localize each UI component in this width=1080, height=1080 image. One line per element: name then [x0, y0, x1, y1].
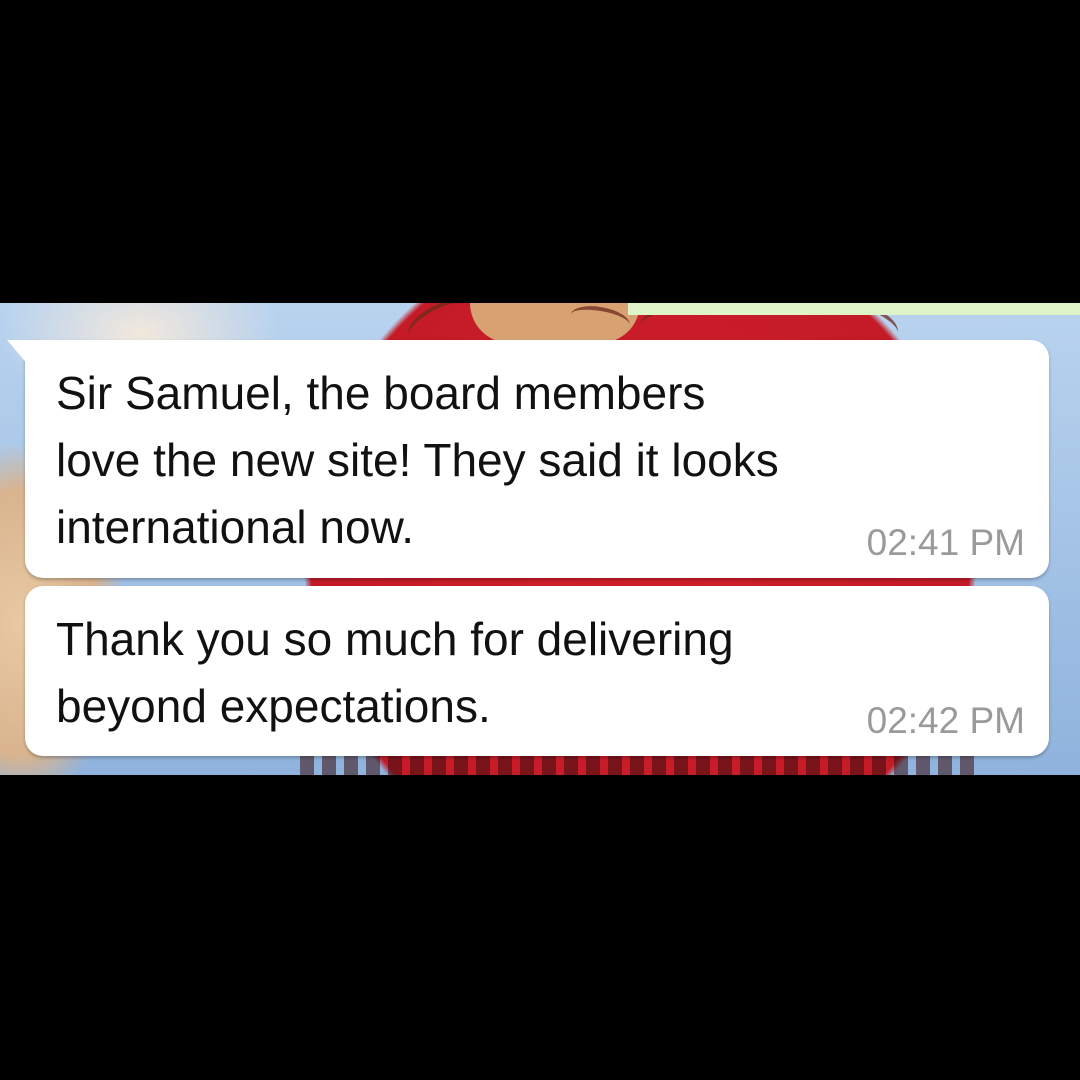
message-text: Thank you so much for delivering beyond …	[56, 613, 734, 732]
screenshot-frame: Sir Samuel, the board members love the n…	[0, 0, 1080, 1080]
chat-view: Sir Samuel, the board members love the n…	[0, 303, 1080, 775]
outgoing-bubble-edge	[628, 303, 1080, 315]
message-timestamp: 02:42 PM	[866, 700, 1025, 741]
message-timestamp: 02:41 PM	[866, 522, 1025, 563]
message-bubble[interactable]: Thank you so much for delivering beyond …	[25, 586, 1049, 756]
message-bubble[interactable]: Sir Samuel, the board members love the n…	[7, 340, 1049, 578]
message-text: Sir Samuel, the board members love the n…	[56, 367, 779, 553]
